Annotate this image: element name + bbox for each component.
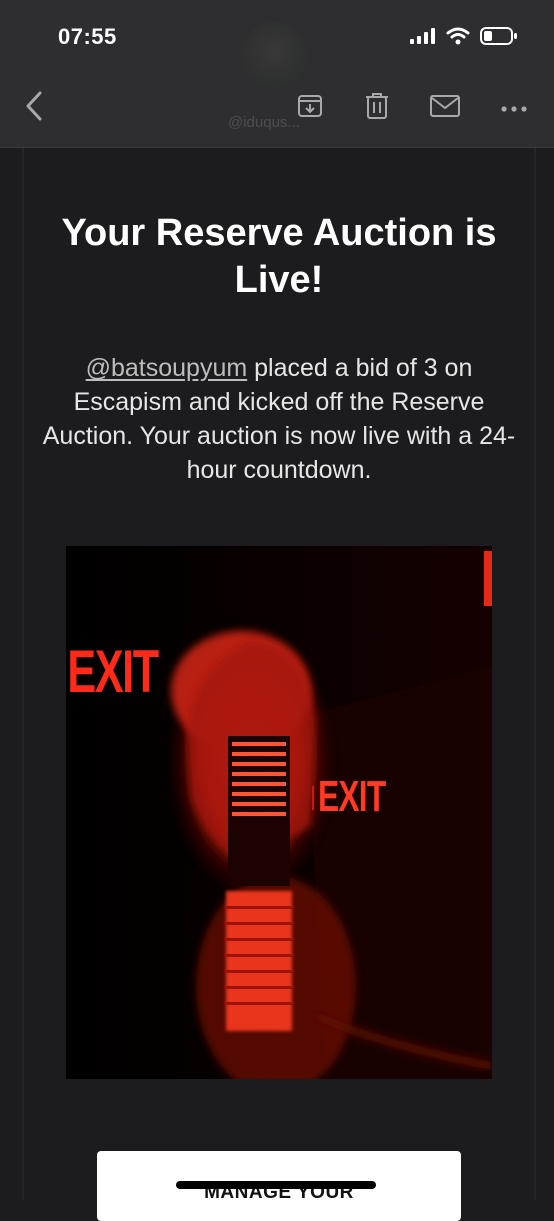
wifi-icon [446, 27, 470, 50]
exit-sign-right: EXIT [318, 772, 386, 821]
envelope-icon [430, 94, 460, 122]
exit-sign-left: EXIT [67, 639, 159, 706]
email-body: Your Reserve Auction is Live! @batsoupyu… [22, 148, 536, 1221]
home-indicator[interactable] [176, 1181, 376, 1189]
chevron-left-icon [24, 91, 44, 126]
trash-icon [365, 92, 389, 125]
email-title: Your Reserve Auction is Live! [61, 212, 497, 301]
mark-unread-button[interactable] [425, 90, 465, 126]
status-time: 07:55 [58, 24, 117, 49]
archive-button[interactable] [290, 90, 330, 126]
back-button[interactable] [14, 90, 54, 126]
navigation-header: 07:55 @iduqus... [0, 0, 554, 148]
bidder-mention-link[interactable]: @batsoupyum [86, 354, 248, 382]
battery-icon [480, 26, 518, 51]
email-toolbar [0, 90, 554, 130]
archive-icon [297, 93, 323, 124]
cellular-signal-icon [410, 28, 436, 49]
sender-avatar [241, 22, 307, 88]
more-options-button[interactable] [494, 90, 534, 126]
email-message: @batsoupyum placed a bid of 3 on Escapis… [34, 351, 524, 487]
ellipsis-icon [501, 99, 527, 117]
status-icons [410, 26, 518, 51]
delete-button[interactable] [357, 90, 397, 126]
artwork-image[interactable]: EXIT EXIT [66, 546, 492, 1079]
